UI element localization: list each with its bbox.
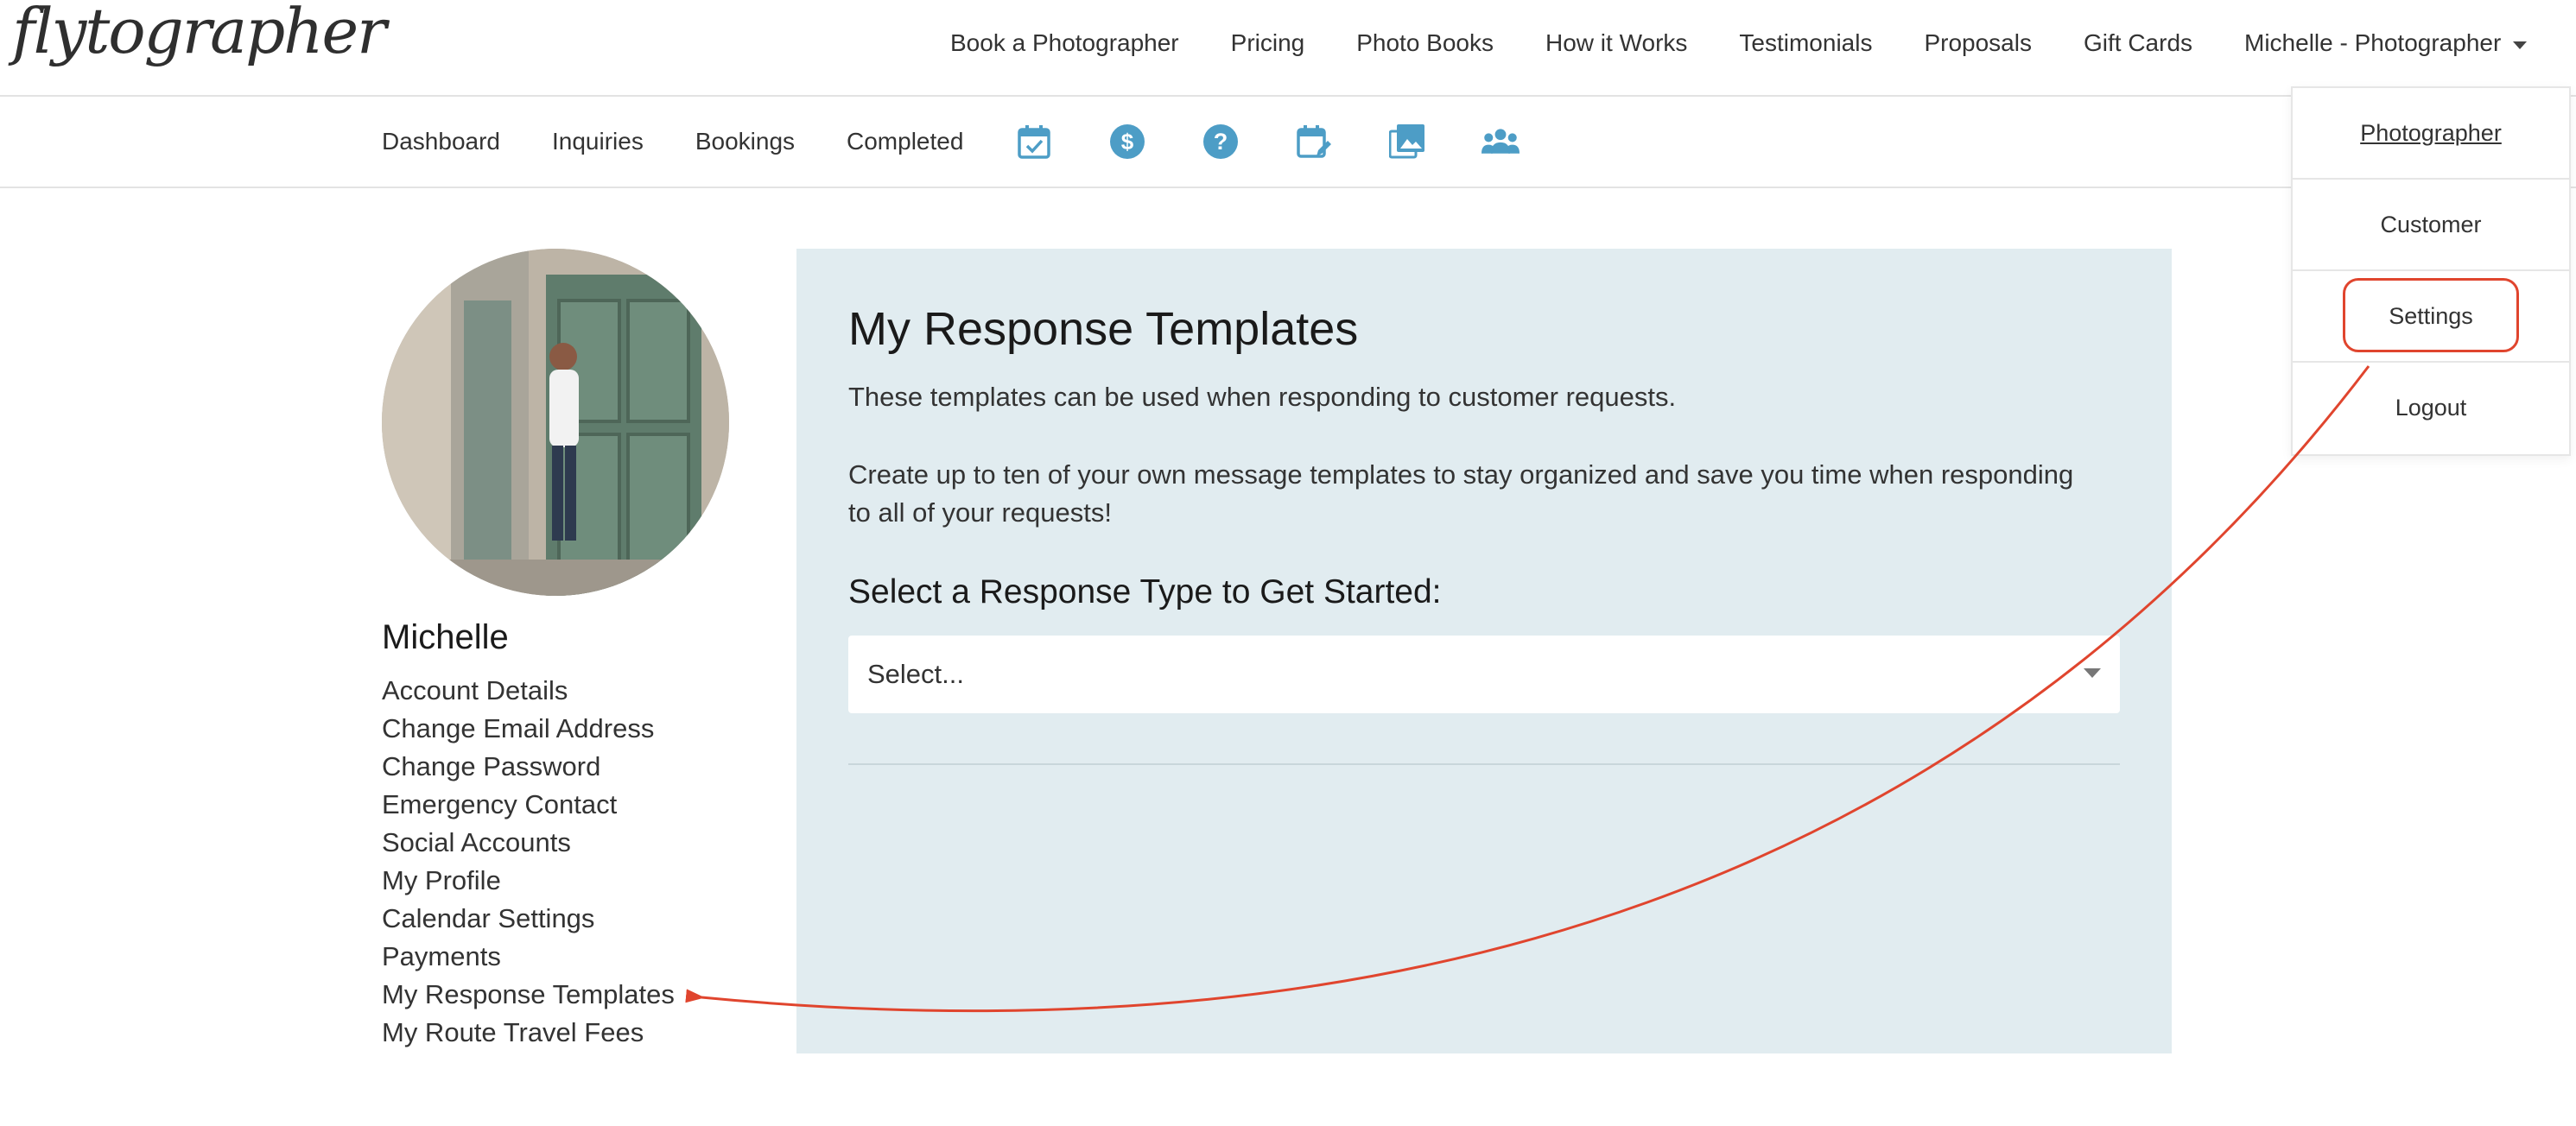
dropdown-item-label: Customer — [2380, 211, 2482, 237]
response-templates-panel: My Response Templates These templates ca… — [796, 249, 2172, 1053]
image-gallery-icon[interactable] — [1388, 123, 1426, 161]
group-icon[interactable] — [1482, 123, 1520, 161]
dropdown-item-label: Logout — [2395, 394, 2467, 421]
menu-calendar-settings[interactable]: Calendar Settings — [382, 900, 675, 938]
caret-down-icon — [2513, 41, 2528, 49]
select-arrow-icon — [2084, 668, 2101, 678]
menu-social-accounts[interactable]: Social Accounts — [382, 824, 675, 862]
response-type-select[interactable]: Select... — [848, 636, 2120, 713]
nav-testimonials[interactable]: Testimonials — [1713, 29, 1898, 57]
nav-photo-books[interactable]: Photo Books — [1330, 29, 1520, 57]
top-navigation: Book a Photographer Pricing Photo Books … — [924, 0, 2528, 86]
calendar-check-icon[interactable] — [1015, 123, 1053, 161]
settings-menu: Account Details Change Email Address Cha… — [382, 672, 675, 1052]
settings-highlight-annotation — [2343, 278, 2519, 352]
dropdown-item-customer[interactable]: Customer — [2293, 180, 2569, 271]
dropdown-item-logout[interactable]: Logout — [2293, 363, 2569, 452]
panel-description: These templates can be used when respond… — [848, 382, 1677, 412]
select-value: Select... — [867, 659, 964, 689]
user-dropdown-menu: Photographer Customer Settings Logout — [2291, 86, 2571, 456]
menu-account-details[interactable]: Account Details — [382, 672, 675, 710]
dropdown-item-photographer[interactable]: Photographer — [2293, 88, 2569, 180]
brand-logo[interactable]: flytographer — [12, 0, 387, 67]
dropdown-item-label: Photographer — [2360, 119, 2502, 146]
help-circle-icon[interactable]: ? — [1202, 123, 1240, 161]
profile-name: Michelle — [382, 618, 509, 656]
nav-how-it-works[interactable]: How it Works — [1520, 29, 1713, 57]
divider — [848, 763, 2120, 765]
subnav-bookings[interactable]: Bookings — [695, 128, 795, 155]
subnav-completed[interactable]: Completed — [847, 128, 963, 155]
menu-change-email[interactable]: Change Email Address — [382, 710, 675, 748]
svg-text:?: ? — [1214, 129, 1228, 155]
dollar-circle-icon[interactable]: $ — [1108, 123, 1146, 161]
subnav-dashboard[interactable]: Dashboard — [382, 128, 500, 155]
select-heading: Select a Response Type to Get Started: — [848, 573, 1442, 610]
nav-gift-cards[interactable]: Gift Cards — [2058, 29, 2218, 57]
menu-payments[interactable]: Payments — [382, 938, 675, 976]
nav-proposals[interactable]: Proposals — [1898, 29, 2058, 57]
menu-change-password[interactable]: Change Password — [382, 748, 675, 786]
user-menu-toggle[interactable]: Michelle - Photographer — [2218, 29, 2528, 57]
calendar-edit-icon[interactable] — [1295, 123, 1333, 161]
subnav-inquiries[interactable]: Inquiries — [552, 128, 644, 155]
sub-navigation: Dashboard Inquiries Bookings Completed $… — [0, 97, 2576, 188]
page-title: My Response Templates — [848, 303, 1359, 355]
nav-book-photographer[interactable]: Book a Photographer — [924, 29, 1205, 57]
menu-emergency-contact[interactable]: Emergency Contact — [382, 786, 675, 824]
svg-text:$: $ — [1121, 129, 1134, 155]
nav-pricing[interactable]: Pricing — [1205, 29, 1331, 57]
menu-my-profile[interactable]: My Profile — [382, 862, 675, 900]
user-menu-label: Michelle - Photographer — [2244, 29, 2502, 56]
avatar — [382, 249, 729, 596]
menu-response-templates[interactable]: My Response Templates — [382, 976, 675, 1014]
top-header: flytographer Book a Photographer Pricing… — [0, 0, 2576, 97]
menu-route-travel-fees[interactable]: My Route Travel Fees — [382, 1014, 675, 1052]
panel-description-secondary: Create up to ten of your own message tem… — [848, 459, 2074, 528]
